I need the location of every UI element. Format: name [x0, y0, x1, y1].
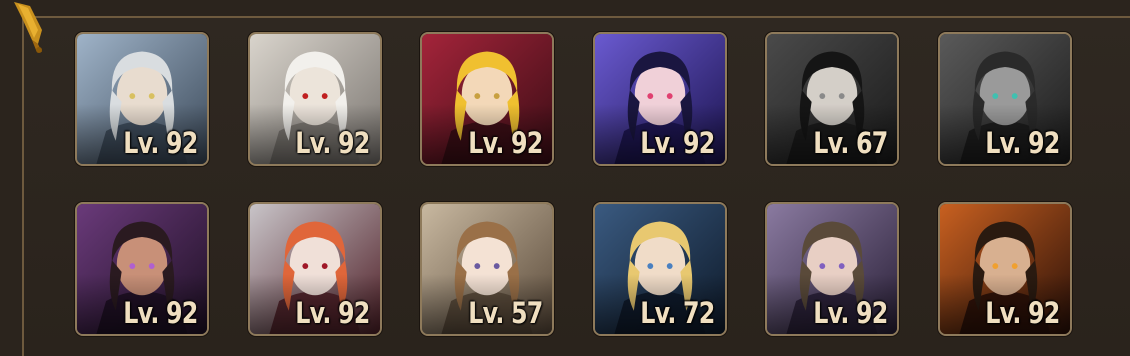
character-card[interactable]: Lv. 72: [592, 202, 727, 336]
quill-pen-icon: [14, 2, 42, 53]
character-card[interactable]: Lv. 67: [765, 32, 899, 166]
level-label: Lv. 92: [812, 296, 888, 330]
level-label: Lv. 92: [295, 126, 370, 160]
character-card[interactable]: Lv. 92: [247, 202, 382, 336]
character-card[interactable]: Lv. 57: [420, 202, 554, 336]
character-card[interactable]: Lv. 92: [592, 32, 727, 166]
level-label: Lv. 92: [295, 296, 370, 330]
level-label: Lv. 92: [122, 126, 198, 160]
character-card[interactable]: Lv. 92: [937, 202, 1072, 336]
level-label: Lv. 72: [640, 296, 715, 330]
level-label: Lv. 92: [640, 126, 715, 160]
level-label: Lv. 92: [985, 126, 1060, 160]
level-label: Lv. 92: [985, 296, 1060, 330]
character-card[interactable]: Lv. 92: [75, 32, 209, 166]
level-label: Lv. 92: [122, 296, 198, 330]
character-card[interactable]: Lv. 92: [247, 32, 382, 166]
character-card[interactable]: Lv. 92: [420, 32, 554, 166]
character-card[interactable]: Lv. 92: [75, 202, 209, 336]
level-label: Lv. 67: [812, 126, 888, 160]
level-label: Lv. 92: [467, 126, 543, 160]
level-label: Lv. 57: [467, 296, 543, 330]
character-grid: Lv. 92 Lv. 92 Lv. 92 Lv. 92 Lv. 67 Lv. 92 Lv. …: [75, 32, 1072, 336]
character-card[interactable]: Lv. 92: [765, 202, 899, 336]
character-card[interactable]: Lv. 92: [937, 32, 1072, 166]
